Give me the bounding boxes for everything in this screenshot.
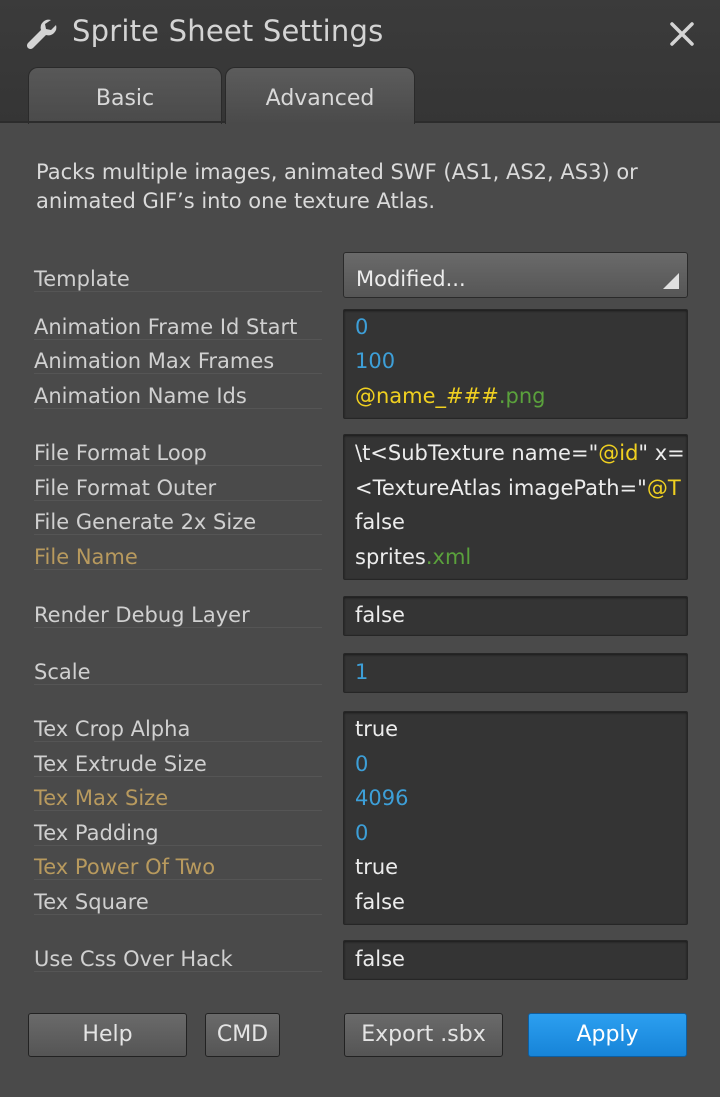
dropdown-corner-icon [663, 273, 679, 289]
description-text: Packs multiple images, animated SWF (AS1… [36, 160, 638, 213]
label-tex-padding: Tex Padding [34, 821, 322, 846]
outer-token: @T [646, 476, 681, 500]
label-file-generate-2x: File Generate 2x Size [34, 510, 322, 535]
value-tex-square[interactable]: false [355, 890, 683, 914]
wrench-icon [26, 19, 57, 50]
label-scale: Scale [34, 660, 322, 685]
tab-advanced[interactable]: Advanced [225, 67, 415, 124]
template-value: Modified... [356, 267, 466, 291]
anim-name-token: @name_### [355, 384, 499, 408]
label-file-format-loop: File Format Loop [34, 441, 322, 466]
outer-pre: <TextureAtlas imagePath=" [355, 476, 647, 500]
cmd-button[interactable]: CMD [205, 1013, 280, 1057]
file-name-ext: .xml [425, 545, 472, 569]
value-tex-crop-alpha[interactable]: true [355, 717, 683, 741]
loop-post: " x=' [638, 441, 683, 465]
value-anim-frame-id-start[interactable]: 0 [355, 315, 683, 339]
value-tex-padding[interactable]: 0 [355, 821, 683, 845]
label-tex-power-of-two: Tex Power Of Two [34, 855, 322, 880]
window-title: Sprite Sheet Settings [72, 14, 384, 48]
value-render-debug-layer[interactable]: false [355, 603, 683, 627]
value-anim-max-frames[interactable]: 100 [355, 349, 683, 373]
value-tex-extrude-size[interactable]: 0 [355, 752, 683, 776]
value-file-format-outer[interactable]: <TextureAtlas imagePath="@T [355, 476, 683, 500]
label-anim-frame-id-start: Animation Frame Id Start [34, 315, 322, 340]
template-dropdown[interactable]: Modified... [343, 252, 688, 298]
value-file-generate-2x[interactable]: false [355, 510, 683, 534]
apply-button[interactable]: Apply [528, 1013, 687, 1057]
label-tex-max-size: Tex Max Size [34, 786, 322, 811]
label-tex-square: Tex Square [34, 890, 322, 915]
loop-token: @id [598, 441, 639, 465]
label-template: Template [34, 267, 322, 292]
anim-name-ext: .png [498, 384, 546, 408]
help-button[interactable]: Help [28, 1013, 187, 1057]
file-name-main: sprites [355, 545, 426, 569]
value-scale[interactable]: 1 [355, 660, 683, 684]
label-anim-max-frames: Animation Max Frames [34, 349, 322, 374]
value-file-name[interactable]: sprites.xml [355, 545, 683, 569]
label-file-name: File Name [34, 545, 322, 570]
close-icon[interactable] [664, 16, 700, 52]
export-sbx-button[interactable]: Export .sbx [344, 1013, 503, 1057]
loop-pre: \t<SubTexture name=" [355, 441, 599, 465]
value-anim-name-ids[interactable]: @name_###.png [355, 384, 683, 408]
label-file-format-outer: File Format Outer [34, 476, 322, 501]
label-tex-crop-alpha: Tex Crop Alpha [34, 717, 322, 742]
label-render-debug-layer: Render Debug Layer [34, 603, 322, 628]
label-tex-extrude-size: Tex Extrude Size [34, 752, 322, 777]
label-anim-name-ids: Animation Name Ids [34, 384, 322, 409]
tab-basic[interactable]: Basic [28, 67, 222, 124]
value-file-format-loop[interactable]: \t<SubTexture name="@id" x=' [355, 441, 683, 465]
value-tex-max-size[interactable]: 4096 [355, 786, 683, 810]
value-tex-power-of-two[interactable]: true [355, 855, 683, 879]
value-use-css-over-hack[interactable]: false [355, 947, 683, 971]
label-use-css-over-hack: Use Css Over Hack [34, 947, 322, 972]
